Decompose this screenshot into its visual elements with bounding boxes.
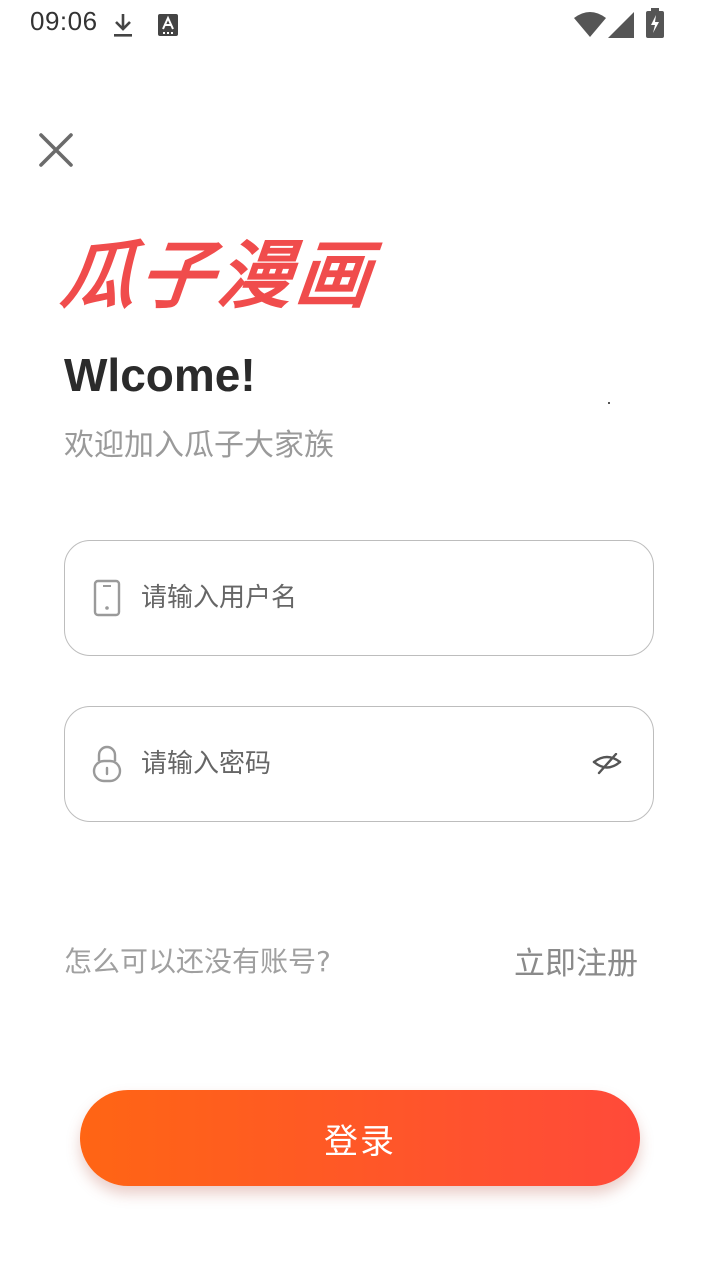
welcome-subtitle: 欢迎加入瓜子大家族 [64, 428, 334, 463]
close-icon [38, 132, 74, 172]
status-time: 09:06 [30, 6, 98, 36]
register-prompt: 怎么可以还没有账号? [64, 945, 331, 978]
app-logo: 瓜子漫画 [57, 230, 392, 322]
password-field[interactable] [64, 706, 654, 822]
lock-icon [91, 744, 123, 784]
register-link[interactable]: 立即注册 [514, 938, 638, 983]
login-screen: 09:06 瓜子漫画 Wlcome! 欢迎加入瓜子大家族 请输入用户名 怎么可以… [0, 0, 720, 1280]
signal-icon [608, 12, 634, 42]
password-input[interactable] [141, 707, 561, 821]
wifi-icon [574, 12, 606, 42]
battery-charging-icon [646, 8, 664, 42]
username-field[interactable] [64, 540, 654, 656]
decorative-dot [608, 402, 610, 404]
eye-off-icon[interactable] [589, 746, 625, 782]
download-icon [112, 12, 134, 42]
close-button[interactable] [34, 130, 78, 174]
username-input[interactable] [141, 541, 561, 655]
status-bar: 09:06 [0, 0, 720, 48]
phone-icon [91, 578, 123, 618]
keyboard-a-icon [158, 14, 178, 40]
logo-text: 瓜子漫画 [57, 233, 379, 319]
welcome-title: Wlcome! [64, 349, 256, 401]
login-button[interactable]: 登录 [80, 1090, 640, 1186]
